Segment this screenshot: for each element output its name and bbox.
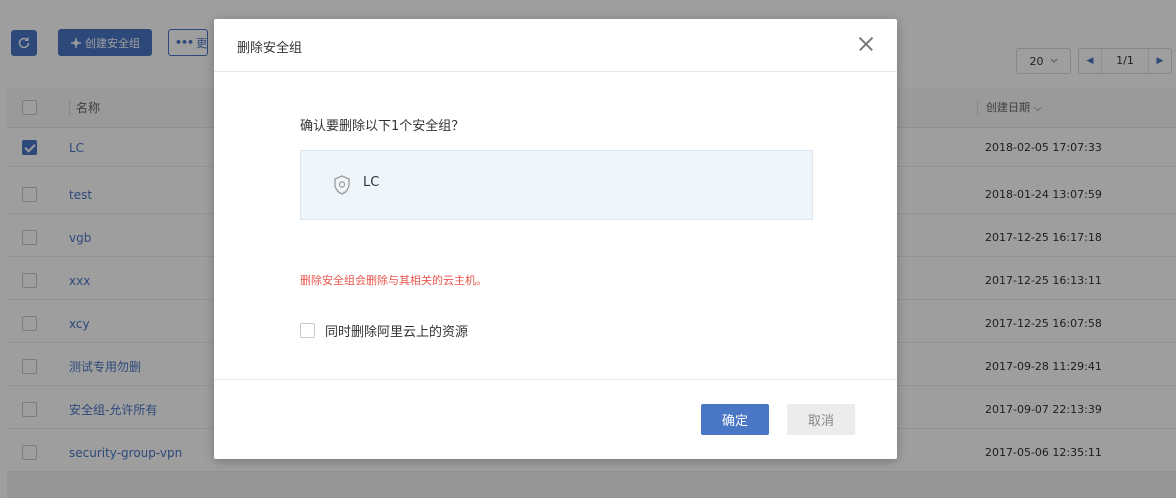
selected-items-box: LC <box>300 150 813 220</box>
selected-item-name: LC <box>363 175 380 190</box>
dialog-header: 删除安全组 <box>214 19 897 72</box>
dialog-title: 删除安全组 <box>237 41 303 56</box>
delete-warning-text: 删除安全组会删除与其相关的云主机。 <box>300 274 487 287</box>
also-delete-aliyun-option[interactable]: 同时删除阿里云上的资源 <box>300 321 468 340</box>
confirm-question: 确认要删除以下1个安全组？ <box>300 119 465 134</box>
confirm-button[interactable]: 确定 <box>701 404 769 435</box>
delete-security-group-dialog: 删除安全组 确认要删除以下1个安全组？ LC 删除安全组会删除与其相关的云主机。… <box>214 19 897 459</box>
close-icon[interactable] <box>855 33 877 55</box>
shield-icon <box>334 175 350 195</box>
also-delete-aliyun-checkbox[interactable] <box>300 323 315 338</box>
also-delete-aliyun-label: 同时删除阿里云上的资源 <box>325 325 469 340</box>
cancel-button[interactable]: 取消 <box>787 404 855 435</box>
